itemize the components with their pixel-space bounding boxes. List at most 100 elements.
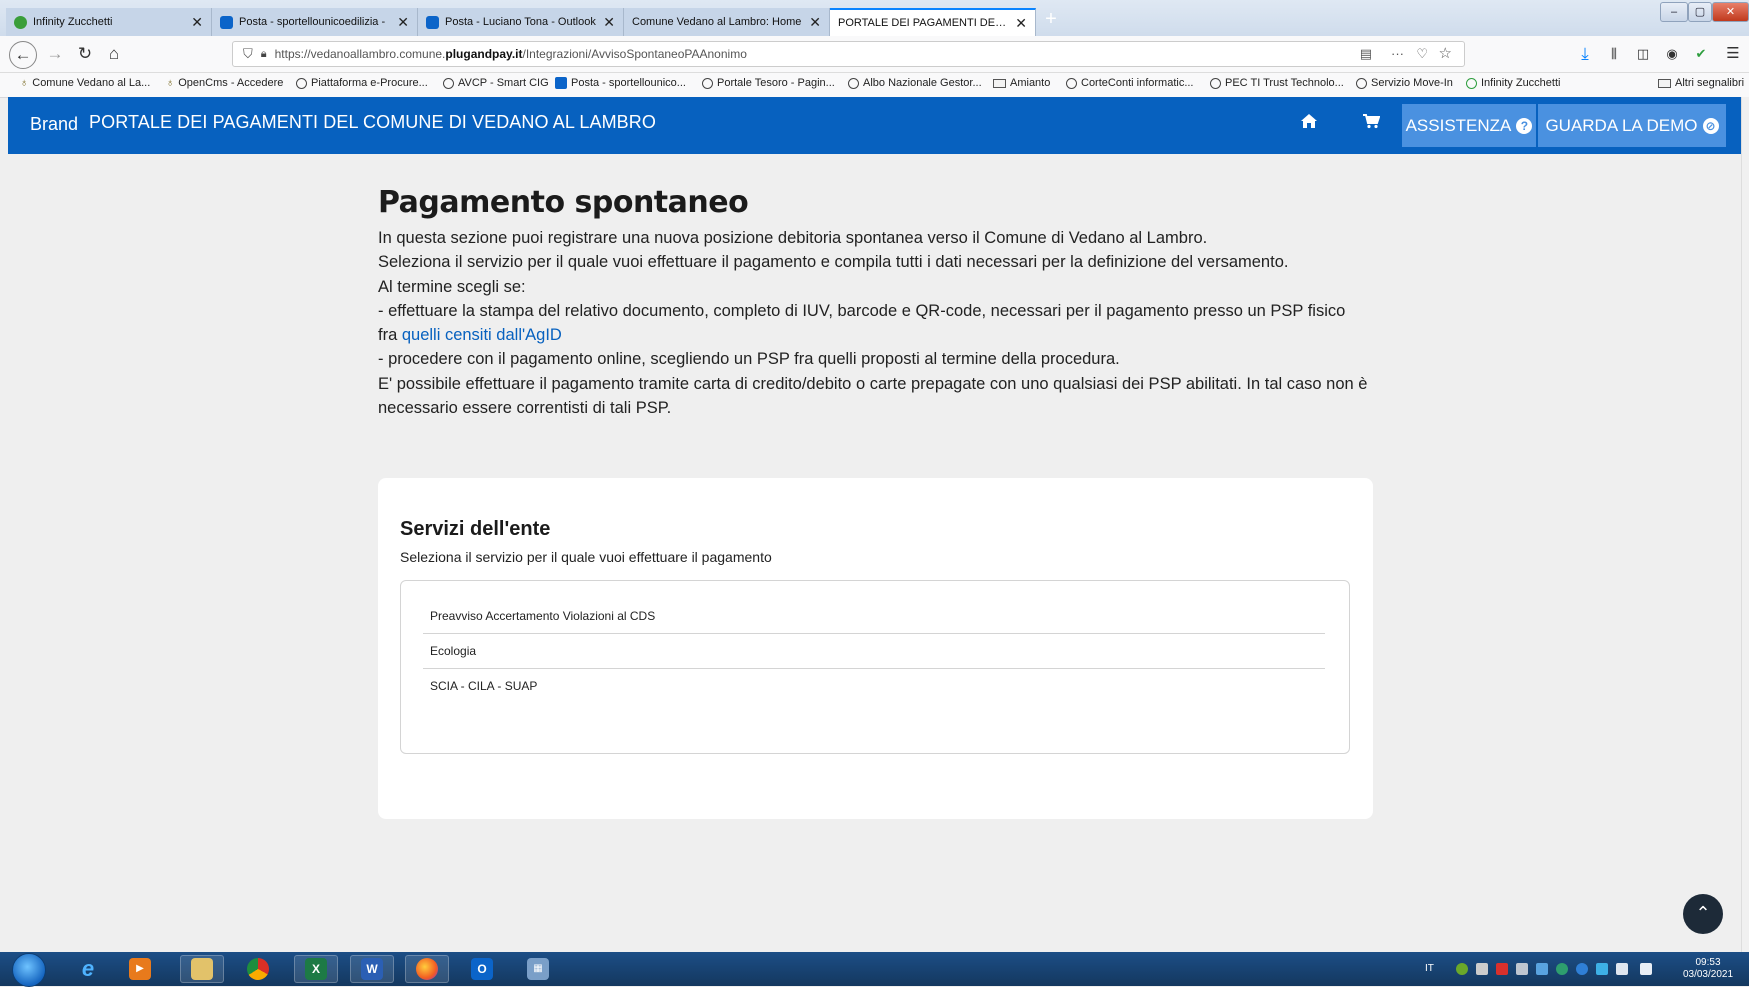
downloads-icon[interactable]: ⤓ <box>1574 43 1596 65</box>
tray-app-icon[interactable] <box>1536 963 1548 975</box>
start-button-icon[interactable] <box>12 953 46 987</box>
services-card: Servizi dell'ente Seleziona il servizio … <box>378 478 1373 819</box>
system-clock[interactable]: 09:53 03/03/2021 <box>1675 957 1741 981</box>
library-icon[interactable]: ⫼ <box>1603 43 1625 65</box>
globe-icon <box>296 77 307 89</box>
maximize-icon[interactable]: ▢ <box>1688 2 1712 22</box>
flag-icon[interactable] <box>1516 963 1528 975</box>
bookmark-item[interactable]: CorteConti informatic... <box>1066 77 1193 89</box>
compass-icon: ⊘ <box>1702 117 1719 134</box>
globe-icon <box>443 77 454 89</box>
network-app-icon[interactable]: ▦ <box>516 955 560 983</box>
help-circle-icon: ? <box>1516 117 1533 134</box>
reader-view-icon[interactable]: ▤ <box>1360 42 1372 66</box>
bookmarks-bar: ♁ Comune Vedano al La... ♁ OpenCms - Acced… <box>0 73 1749 98</box>
bookmark-item[interactable]: PEC TI Trust Technolo... <box>1210 77 1344 89</box>
pocket-icon[interactable]: ♡ <box>1416 42 1428 66</box>
tab-label: PORTALE DEI PAGAMENTI DEL CO <box>838 17 1010 29</box>
intro-section: Pagamento spontaneo In questa sezione pu… <box>378 185 1368 420</box>
excel-icon[interactable]: X <box>294 955 338 983</box>
printer-icon[interactable] <box>1476 963 1488 975</box>
cart-icon[interactable] <box>1362 113 1381 134</box>
outlook-taskbar-icon[interactable]: O <box>460 955 504 983</box>
explorer-icon[interactable] <box>180 955 224 983</box>
media-player-icon[interactable]: ▶ <box>118 955 162 983</box>
bookmark-item[interactable]: AVCP - Smart CIG <box>443 77 549 89</box>
demo-label: GUARDA LA DEMO <box>1545 115 1698 135</box>
tray-app-icon[interactable] <box>1556 963 1568 975</box>
tray-app-icon[interactable] <box>1456 963 1468 975</box>
windows-taskbar: e ▶ X W O ▦ IT 09:53 03/03/2021 <box>0 952 1749 987</box>
chrome-icon[interactable] <box>236 955 280 983</box>
address-bar[interactable]: ⛉ 🔒︎ https://vedanoallambro.comune.pluga… <box>232 41 1465 67</box>
tab-portale-pagamenti[interactable]: PORTALE DEI PAGAMENTI DEL CO ✕ <box>830 8 1036 36</box>
new-tab-button[interactable]: + <box>1040 8 1062 32</box>
word-icon[interactable]: W <box>350 955 394 983</box>
site-header: Brand PORTALE DEI PAGAMENTI DEL COMUNE D… <box>8 97 1741 154</box>
close-window-icon[interactable]: ✕ <box>1712 2 1749 22</box>
tray-alert-icon[interactable] <box>1496 963 1508 975</box>
tab-close-icon[interactable]: ✕ <box>1015 15 1027 32</box>
page-actions-icon[interactable]: ··· <box>1391 42 1404 66</box>
tray-app-icon[interactable] <box>1576 963 1588 975</box>
browser-tab-bar: Infinity Zucchetti ✕ Posta - sportelloun… <box>0 0 1749 36</box>
back-arrow-icon[interactable]: ← <box>9 41 37 69</box>
language-indicator[interactable]: IT <box>1425 963 1434 974</box>
volume-icon[interactable] <box>1640 963 1652 975</box>
guarda-demo-button[interactable]: GUARDA LA DEMO ⊘ <box>1538 104 1726 147</box>
network-icon[interactable] <box>1616 963 1628 975</box>
bookmark-item[interactable]: Albo Nazionale Gestor... <box>848 77 982 89</box>
bookmark-item[interactable]: Piattaforma e-Procure... <box>296 77 428 89</box>
tray-app-icon[interactable] <box>1596 963 1608 975</box>
tab-comune-home[interactable]: Comune Vedano al Lambro: Home ✕ <box>624 8 830 36</box>
globe-icon <box>1066 77 1077 89</box>
other-bookmarks[interactable]: Altri segnalibri <box>1658 77 1744 89</box>
bookmark-item[interactable]: ♁ Comune Vedano al La... <box>20 77 150 89</box>
account-icon[interactable]: ◉ <box>1661 43 1683 65</box>
assistenza-label: ASSISTENZA <box>1405 115 1512 135</box>
bookmark-item[interactable]: Amianto <box>993 77 1050 89</box>
service-item-scia[interactable]: SCIA - CILA - SUAP <box>423 669 1325 704</box>
scroll-to-top-button[interactable]: ⌃ <box>1683 894 1723 934</box>
intro-paragraph: - procedere con il pagamento online, sce… <box>378 350 1120 369</box>
brand-link[interactable]: Brand <box>30 114 78 135</box>
ie-icon <box>1466 77 1477 89</box>
firefox-icon[interactable] <box>405 955 449 983</box>
bookmark-item[interactable]: Servizio Move-In <box>1356 77 1453 89</box>
home-icon[interactable]: ⌂ <box>103 43 125 65</box>
portal-title[interactable]: PORTALE DEI PAGAMENTI DEL COMUNE DI VEDA… <box>89 112 656 133</box>
menu-icon[interactable]: ☰ <box>1722 43 1744 65</box>
forward-arrow-icon[interactable]: → <box>44 43 66 65</box>
home-nav-icon[interactable] <box>1300 113 1318 134</box>
sidebar-icon[interactable]: ◫ <box>1632 43 1654 65</box>
bookmark-item[interactable]: Infinity Zucchetti <box>1466 77 1560 89</box>
globe-icon <box>702 77 713 89</box>
page-scrollbar[interactable] <box>1741 97 1749 952</box>
shield-icon: ⛉ <box>243 46 253 61</box>
bookmark-item[interactable]: Portale Tesoro - Pagin... <box>702 77 835 89</box>
tab-close-icon[interactable]: ✕ <box>191 14 203 31</box>
tab-label: Comune Vedano al Lambro: Home <box>632 16 802 28</box>
intro-paragraph: - effettuare la stampa del relativo docu… <box>378 301 1346 345</box>
service-item-cds[interactable]: Preavviso Accertamento Violazioni al CDS <box>423 599 1325 634</box>
tab-infinity-zucchetti[interactable]: Infinity Zucchetti ✕ <box>6 8 212 36</box>
assistenza-button[interactable]: ASSISTENZA ? <box>1402 104 1536 147</box>
tab-posta-luciano[interactable]: Posta - Luciano Tona - Outlook ✕ <box>418 8 624 36</box>
tab-close-icon[interactable]: ✕ <box>809 14 821 31</box>
extension-check-icon[interactable]: ✔ <box>1690 43 1712 65</box>
reload-icon[interactable]: ↻ <box>74 43 96 65</box>
tab-label: Posta - sportellounicoedilizia - <box>239 16 386 28</box>
tab-label: Infinity Zucchetti <box>33 16 113 28</box>
folder-icon <box>1658 78 1671 88</box>
tab-close-icon[interactable]: ✕ <box>603 14 615 31</box>
service-item-ecologia[interactable]: Ecologia <box>423 634 1325 669</box>
clock-date: 03/03/2021 <box>1682 969 1734 980</box>
minimize-icon[interactable]: – <box>1660 2 1688 22</box>
tab-posta-sportello[interactable]: Posta - sportellounicoedilizia - ✕ <box>212 8 418 36</box>
tab-close-icon[interactable]: ✕ <box>397 14 409 31</box>
agid-psp-link[interactable]: quelli censiti dall'AgID <box>402 326 562 344</box>
bookmark-item[interactable]: Posta - sportellounico... <box>555 77 686 89</box>
bookmark-item[interactable]: ♁ OpenCms - Accedere <box>166 77 283 89</box>
bookmark-star-icon[interactable]: ☆ <box>1439 42 1452 66</box>
ie-taskbar-icon[interactable]: e <box>66 955 110 983</box>
